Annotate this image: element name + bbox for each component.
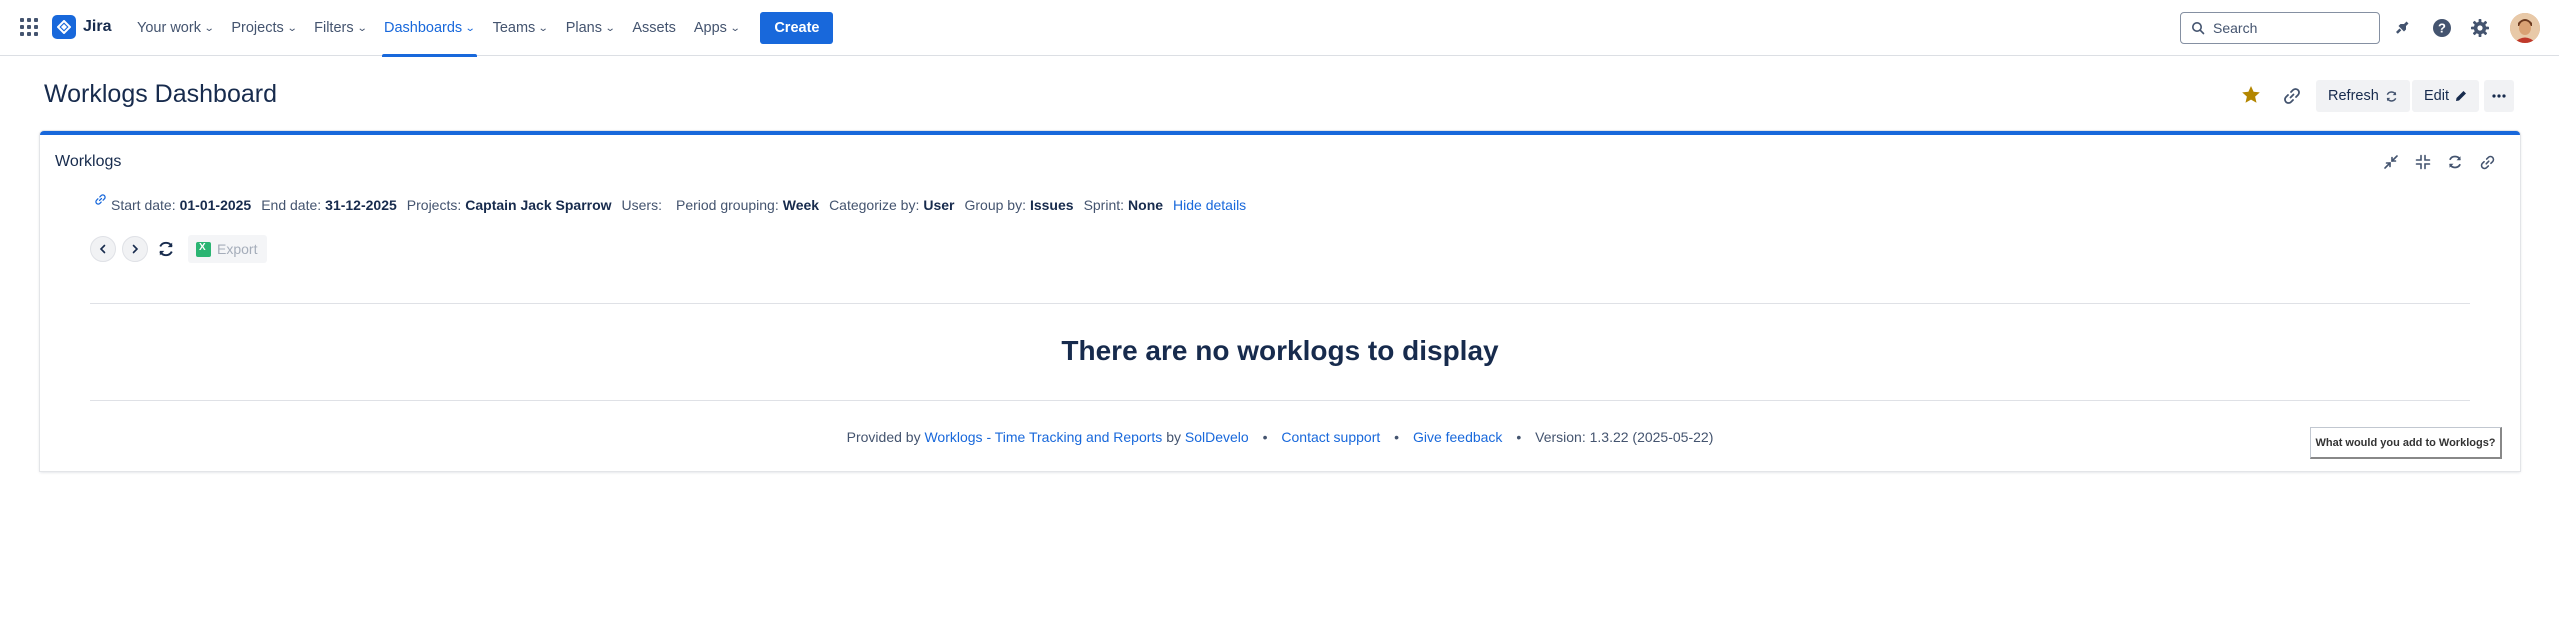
edit-button-label: Edit <box>2424 88 2449 104</box>
start-date-label: Start date: <box>111 197 176 213</box>
more-horizontal-icon <box>2492 94 2506 98</box>
jira-logo-icon <box>52 15 76 39</box>
divider <box>90 303 2470 304</box>
filter-link-icon[interactable] <box>94 193 107 209</box>
nav-plans[interactable]: Plans ⌄ <box>557 0 624 56</box>
jira-logo[interactable]: Jira <box>52 15 111 39</box>
more-actions-button[interactable] <box>2484 80 2514 112</box>
collapse-icon[interactable] <box>2412 151 2434 173</box>
provided-by-text: Provided by <box>846 429 921 445</box>
nav-projects[interactable]: Projects ⌄ <box>222 0 305 56</box>
categorize-value: User <box>923 197 955 213</box>
nav-dashboards-label: Dashboards <box>384 20 463 36</box>
end-date-label: End date: <box>261 197 322 213</box>
period-grouping-label: Period grouping: <box>675 197 779 213</box>
nav-teams[interactable]: Teams ⌄ <box>484 0 557 56</box>
app-link[interactable]: Worklogs - Time Tracking and Reports <box>924 429 1162 445</box>
users-label: Users: <box>621 197 662 213</box>
end-date-value: 31-12-2025 <box>325 197 397 213</box>
reload-icon <box>159 241 173 257</box>
edit-button[interactable]: Edit <box>2412 80 2479 112</box>
categorize-label: Categorize by: <box>829 197 920 213</box>
chevron-left-icon <box>99 244 106 254</box>
nav-plans-label: Plans <box>565 20 602 36</box>
primary-nav: Your work ⌄ Projects ⌄ Filters ⌄ Dashboards… <box>128 0 834 57</box>
refresh-button-label: Refresh <box>2328 88 2379 104</box>
nav-assets[interactable]: Assets <box>623 0 685 56</box>
separator-dot: • <box>1394 429 1400 445</box>
export-button-label: Export <box>217 241 258 257</box>
minimize-icon[interactable] <box>2380 151 2402 173</box>
copy-link-icon[interactable] <box>2278 82 2306 110</box>
create-button[interactable]: Create <box>760 12 834 44</box>
hide-details-link[interactable]: Hide details <box>1173 197 1246 213</box>
separator-dot: • <box>1516 429 1522 445</box>
export-button[interactable]: Export <box>188 235 268 263</box>
chevron-down-icon: ⌄ <box>203 22 215 34</box>
app-switcher-icon[interactable] <box>20 18 40 38</box>
svg-text:?: ? <box>2438 21 2446 36</box>
user-avatar[interactable] <box>2510 13 2540 43</box>
help-icon[interactable]: ? <box>2429 15 2455 41</box>
nav-your-work[interactable]: Your work ⌄ <box>128 0 222 56</box>
search-box[interactable] <box>2180 12 2380 44</box>
chevron-down-icon: ⌄ <box>729 22 741 34</box>
star-icon[interactable] <box>2240 84 2262 106</box>
by-text: by <box>1166 429 1181 445</box>
start-date-value: 01-01-2025 <box>179 197 252 213</box>
version-text: Version: 1.3.22 (2025-05-22) <box>1535 429 1714 445</box>
vendor-link[interactable]: SolDevelo <box>1185 429 1249 445</box>
top-navigation: Jira Your work ⌄ Projects ⌄ Filters ⌄ Dashb… <box>0 0 2559 57</box>
group-by-value: Issues <box>1029 197 1074 213</box>
chevron-down-icon: ⌄ <box>286 22 298 34</box>
nav-filters-label: Filters <box>314 20 354 36</box>
settings-gear-icon[interactable] <box>2467 15 2493 41</box>
reload-button[interactable] <box>153 236 179 262</box>
period-grouping-value: Week <box>782 197 820 213</box>
gadget-footer: Provided by Worklogs - Time Tracking and… <box>40 429 2520 445</box>
gadget-refresh-icon[interactable] <box>2444 151 2466 173</box>
jira-logo-text: Jira <box>83 18 112 35</box>
chevron-down-icon: ⌄ <box>538 22 549 34</box>
gadget-link-icon[interactable] <box>2476 151 2498 173</box>
nav-apps-label: Apps <box>693 20 727 36</box>
nav-apps[interactable]: Apps ⌄ <box>685 0 748 56</box>
search-icon <box>2192 22 2205 35</box>
chevron-right-icon <box>132 244 139 254</box>
page-title: Worklogs Dashboard <box>44 80 277 108</box>
give-feedback-link[interactable]: Give feedback <box>1413 429 1503 445</box>
nav-filters[interactable]: Filters ⌄ <box>305 0 375 56</box>
filter-details: Start date: 01-01-2025 End date: 31-12-2… <box>94 194 1246 213</box>
empty-state-message: There are no worklogs to display <box>1061 335 1499 366</box>
notifications-icon[interactable] <box>2389 15 2415 41</box>
sprint-label: Sprint: <box>1083 197 1125 213</box>
pencil-icon <box>2456 91 2466 101</box>
separator-dot: • <box>1262 429 1268 445</box>
nav-assets-label: Assets <box>632 20 676 36</box>
sprint-value: None <box>1128 197 1164 213</box>
chevron-down-icon: ⌄ <box>356 22 368 34</box>
previous-period-button[interactable] <box>90 236 116 262</box>
feature-feedback-button[interactable]: What would you add to Worklogs? <box>2310 427 2502 459</box>
worklogs-gadget: Worklogs Start date: 01-01-2025 End date… <box>40 131 2520 471</box>
chevron-down-icon: ⌄ <box>604 22 616 34</box>
nav-projects-label: Projects <box>231 20 284 36</box>
next-period-button[interactable] <box>122 236 148 262</box>
chevron-down-icon: ⌄ <box>464 22 476 34</box>
excel-icon <box>196 241 211 257</box>
refresh-icon <box>2386 90 2397 102</box>
projects-value: Captain Jack Sparrow <box>465 197 612 213</box>
nav-teams-label: Teams <box>492 20 536 36</box>
nav-your-work-label: Your work <box>137 20 201 36</box>
divider <box>90 400 2470 401</box>
gadget-title: Worklogs <box>55 153 122 170</box>
nav-dashboards[interactable]: Dashboards ⌄ <box>375 0 484 57</box>
projects-label: Projects: <box>406 197 462 213</box>
contact-support-link[interactable]: Contact support <box>1281 429 1380 445</box>
search-input[interactable] <box>2213 20 2363 36</box>
refresh-button[interactable]: Refresh <box>2316 80 2410 112</box>
group-by-label: Group by: <box>964 197 1026 213</box>
